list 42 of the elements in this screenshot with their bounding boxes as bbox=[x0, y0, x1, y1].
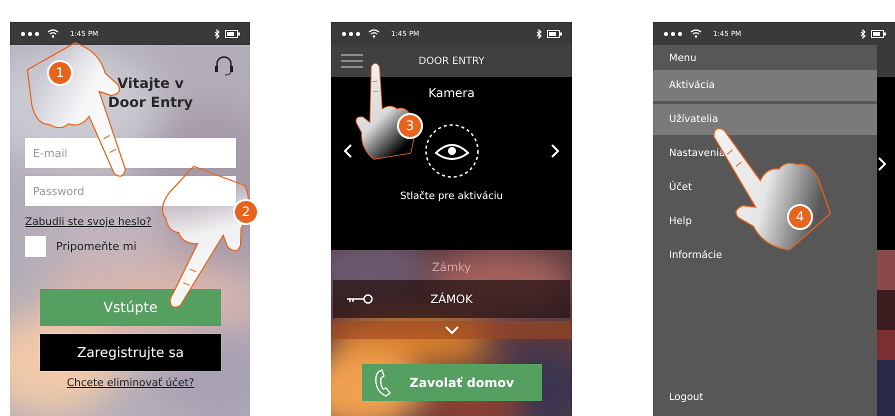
headset-help-icon[interactable] bbox=[214, 55, 234, 77]
register-button[interactable]: Zaregistrujte sa bbox=[40, 334, 221, 371]
forgot-password-link[interactable]: Zabudli ste svoje heslo? bbox=[25, 216, 152, 228]
bluetooth-icon bbox=[536, 28, 542, 38]
activation-hint: Stlačte pre aktiváciu bbox=[400, 191, 503, 202]
wifi-icon bbox=[368, 29, 380, 38]
bluetooth-icon bbox=[860, 28, 866, 38]
bluetooth-icon bbox=[214, 28, 220, 38]
remember-checkbox[interactable] bbox=[25, 236, 46, 257]
step-badge: 2 bbox=[233, 199, 259, 225]
signal-dots-icon bbox=[20, 30, 42, 36]
signal-dots-icon bbox=[663, 30, 685, 36]
menu-item[interactable]: Užívatelia bbox=[653, 104, 877, 135]
menu-item[interactable]: Help bbox=[653, 206, 692, 237]
locks-title: Zámky bbox=[432, 260, 472, 274]
header-title: DOOR ENTRY bbox=[418, 56, 484, 66]
logout-item[interactable]: Logout bbox=[653, 382, 704, 413]
lock-row[interactable]: ZÁMOK bbox=[333, 280, 570, 318]
delete-account-link[interactable]: Chcete eliminovať účet? bbox=[66, 377, 194, 389]
battery-icon bbox=[225, 30, 240, 38]
menu-item[interactable]: Nastavenia bbox=[653, 138, 726, 169]
email-field[interactable]: E-mail bbox=[25, 138, 236, 168]
chevron-left-icon[interactable] bbox=[343, 143, 353, 159]
menu-item[interactable]: Účet bbox=[653, 172, 692, 203]
menu-title: Menu bbox=[668, 52, 698, 66]
key-icon bbox=[347, 294, 373, 304]
wifi-icon bbox=[690, 29, 702, 38]
chevron-right-icon[interactable] bbox=[550, 143, 560, 159]
signal-dots-icon bbox=[341, 30, 363, 36]
camera-title: Kamera bbox=[428, 86, 475, 100]
welcome-title: Door Entry bbox=[108, 94, 193, 113]
chevron-down-icon[interactable] bbox=[444, 326, 458, 334]
wifi-icon bbox=[47, 29, 59, 38]
eye-activate-icon[interactable] bbox=[424, 123, 480, 179]
chevron-right-icon[interactable] bbox=[878, 156, 886, 170]
welcome-title: Vitajte v bbox=[117, 75, 184, 94]
battery-icon bbox=[547, 30, 562, 38]
remember-label: Pripomeňte mi bbox=[56, 240, 137, 253]
battery-icon bbox=[871, 30, 886, 38]
menu-item[interactable]: Aktivácia bbox=[653, 70, 877, 101]
menu-icon[interactable] bbox=[341, 54, 363, 68]
menu-item[interactable]: Informácie bbox=[653, 240, 722, 271]
